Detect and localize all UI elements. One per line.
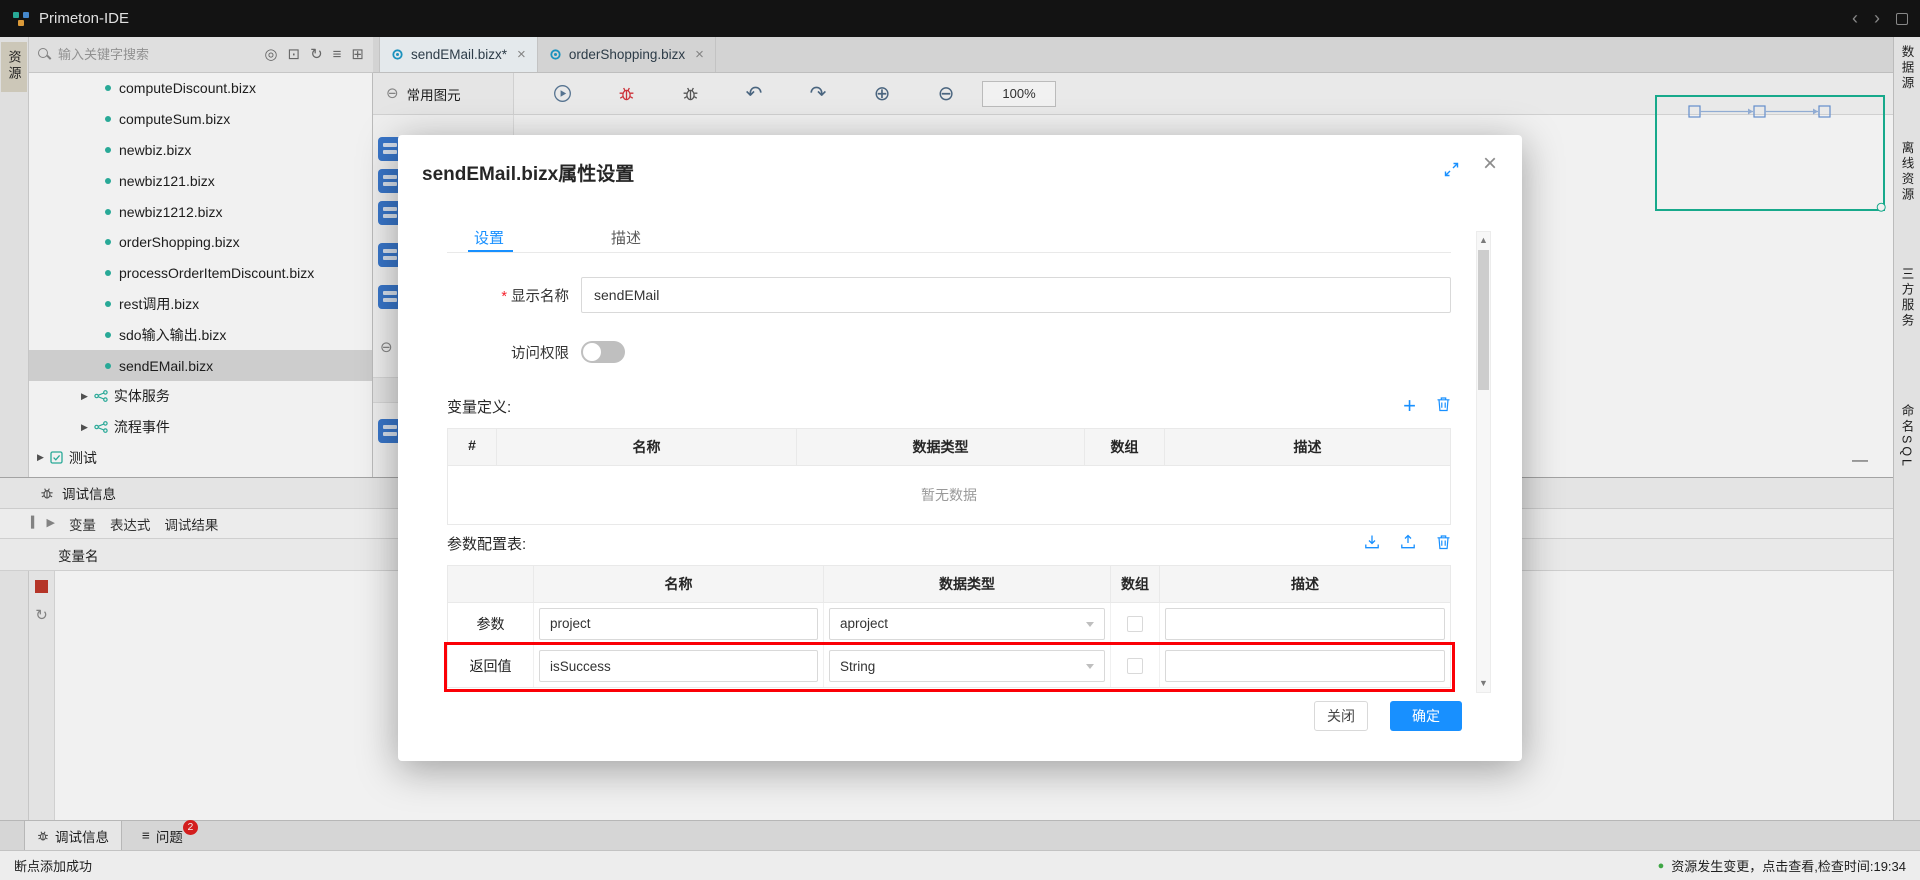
col-header: 数组 [1111, 566, 1160, 602]
delete-param-icon[interactable] [1436, 534, 1451, 554]
row-kind-label: 返回值 [470, 656, 512, 676]
param-type-select[interactable]: aproject [829, 608, 1105, 640]
return-desc-input[interactable] [1165, 650, 1445, 682]
col-header: 数组 [1085, 429, 1165, 465]
param-row: 参数 aproject [448, 603, 1450, 645]
add-variable-icon[interactable]: + [1403, 395, 1416, 417]
params-section-label: 参数配置表: [447, 533, 526, 554]
display-name-input[interactable] [581, 277, 1451, 313]
import-icon[interactable] [1364, 534, 1380, 554]
params-table-header: 名称 数据类型 数组 描述 [448, 566, 1450, 603]
col-header: 名称 [534, 566, 824, 602]
dialog-scrollbar[interactable]: ▲ ▼ [1476, 231, 1491, 693]
properties-dialog: sendEMail.bizx属性设置 × 设置 描述 *显示名称 访问权限 变量… [398, 135, 1522, 761]
fullscreen-icon[interactable] [1444, 162, 1459, 177]
scroll-up-icon[interactable]: ▲ [1477, 236, 1490, 245]
close-button[interactable]: 关闭 [1314, 701, 1368, 731]
params-section: 参数配置表: [447, 533, 1451, 554]
tabs-divider [447, 252, 1451, 253]
ok-button[interactable]: 确定 [1390, 701, 1462, 731]
chevron-down-icon [1086, 622, 1094, 627]
empty-placeholder: 暂无数据 [448, 466, 1450, 524]
scroll-down-icon[interactable]: ▼ [1477, 679, 1490, 688]
tab-description[interactable]: 描述 [611, 227, 641, 248]
delete-variable-icon[interactable] [1436, 396, 1451, 416]
return-name-input[interactable] [539, 650, 818, 682]
dialog-footer: 关闭 确定 [447, 701, 1462, 731]
dialog-title: sendEMail.bizx属性设置 [422, 159, 634, 186]
col-header: # [448, 429, 497, 465]
params-table: 名称 数据类型 数组 描述 参数 aproject 返回值 String [447, 565, 1451, 688]
variables-table-header: # 名称 数据类型 数组 描述 [448, 429, 1450, 466]
variables-table: # 名称 数据类型 数组 描述 暂无数据 [447, 428, 1451, 525]
display-name-row: *显示名称 [447, 276, 1451, 314]
access-row: 访问权限 [447, 337, 1451, 367]
scrollbar-thumb[interactable] [1478, 250, 1489, 390]
col-header [448, 566, 534, 602]
param-name-input[interactable] [539, 608, 818, 640]
col-header: 名称 [497, 429, 797, 465]
variables-section: 变量定义: + [447, 395, 1451, 417]
col-header: 描述 [1160, 566, 1450, 602]
array-checkbox[interactable] [1127, 616, 1143, 632]
array-checkbox[interactable] [1127, 658, 1143, 674]
access-label: 访问权限 [447, 342, 569, 363]
param-desc-input[interactable] [1165, 608, 1445, 640]
required-mark: * [501, 289, 507, 305]
col-header: 数据类型 [797, 429, 1085, 465]
col-header: 数据类型 [824, 566, 1111, 602]
tab-settings[interactable]: 设置 [474, 227, 504, 248]
return-type-select[interactable]: String [829, 650, 1105, 682]
return-value-row: 返回值 String [448, 645, 1450, 687]
col-header: 描述 [1165, 429, 1450, 465]
export-icon[interactable] [1400, 534, 1416, 554]
chevron-down-icon [1086, 664, 1094, 669]
close-icon[interactable]: × [1483, 152, 1497, 176]
variables-section-label: 变量定义: [447, 396, 511, 417]
display-name-label: *显示名称 [447, 285, 569, 306]
row-kind-label: 参数 [477, 614, 505, 634]
access-toggle[interactable] [581, 341, 625, 363]
